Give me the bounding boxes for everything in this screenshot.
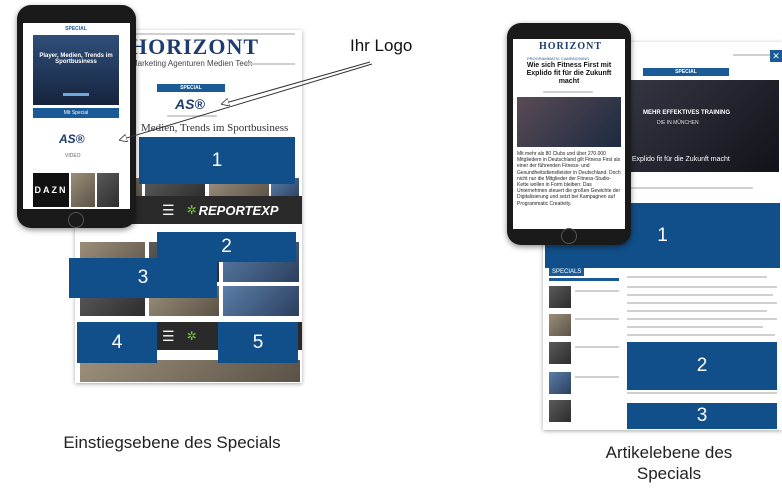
right-box-3: 3 <box>627 403 777 429</box>
arrow-to-phone-logo <box>120 63 373 140</box>
right-phone-body: Mit mehr als 80 Clubs und über 270.000 M… <box>517 151 621 207</box>
right-box-2: 2 <box>627 342 777 390</box>
right-caption: Artikelebene des Specials <box>605 443 733 483</box>
right-sidebar-label: SPECIALS <box>549 268 585 276</box>
arrow-to-desktop-logo <box>222 61 371 104</box>
right-banner-title: MEHR EFFEKTIVES TRAINING <box>643 110 731 116</box>
right-banner-sub: DIE IN MÜNCHEN <box>657 120 699 126</box>
right-phone-home-button[interactable] <box>561 228 577 244</box>
right-phone-headline: Wie sich Fitness First mit Explido fit f… <box>526 62 612 85</box>
right-phone-kicker: PROGRAMMATIC CAMPAIGNING <box>527 56 590 61</box>
right-phone-masthead[interactable]: HORIZONT <box>539 41 602 52</box>
right-phone: HORIZONT PROGRAMMATIC CAMPAIGNING Wie si… <box>507 23 631 245</box>
right-phone-image <box>517 97 621 147</box>
right-special-bar: SPECIAL <box>643 68 729 76</box>
right-close-icon[interactable]: ✕ <box>770 50 782 62</box>
right-phone-screen: HORIZONT PROGRAMMATIC CAMPAIGNING Wie si… <box>513 39 625 229</box>
